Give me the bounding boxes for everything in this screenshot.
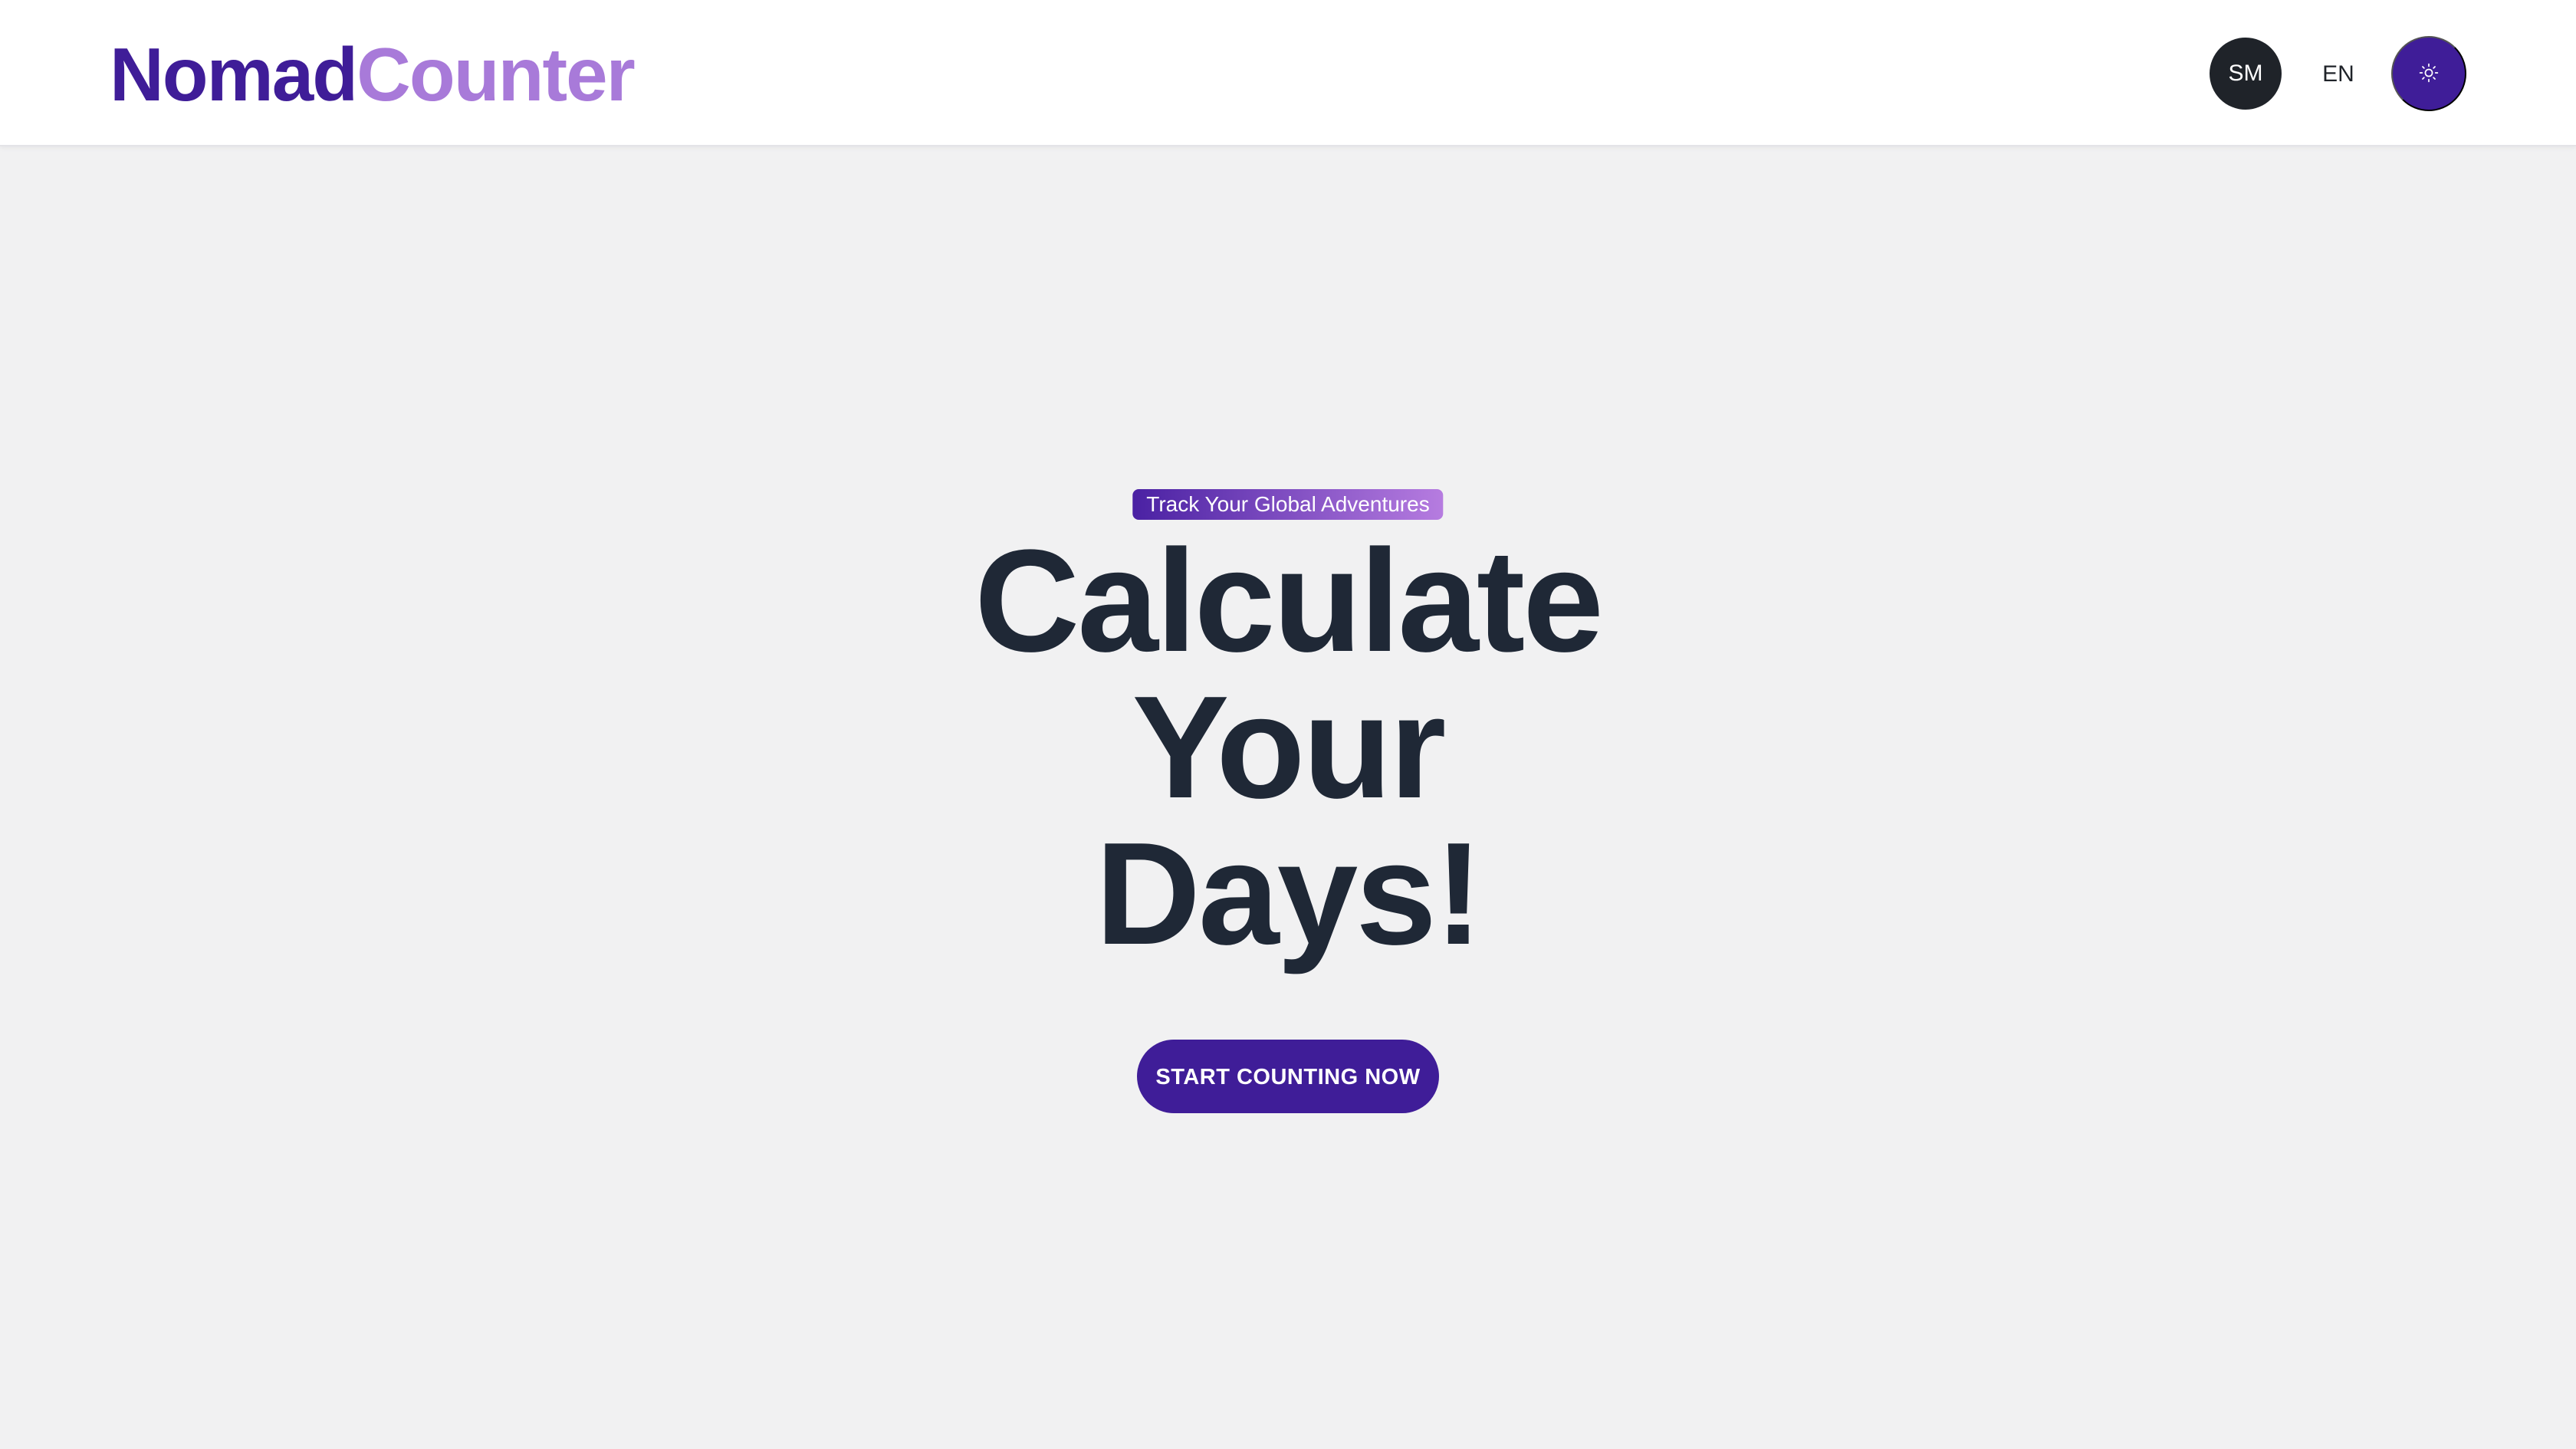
hero-title-line-2: Your bbox=[1132, 666, 1447, 829]
hero-title-line-3: Days! bbox=[1095, 813, 1484, 975]
language-selector[interactable]: EN bbox=[2308, 38, 2369, 110]
logo-part-nomad: Nomad bbox=[110, 32, 358, 117]
logo-part-counter: Counter bbox=[356, 32, 636, 117]
start-counting-button[interactable]: START COUNTING NOW bbox=[1137, 1040, 1439, 1113]
hero-title: Calculate Your Days! bbox=[905, 528, 1671, 968]
hero-title-line-1: Calculate bbox=[974, 520, 1604, 682]
tagline-badge: Track Your Global Adventures bbox=[1132, 489, 1444, 520]
logo[interactable]: NomadCounter bbox=[110, 32, 636, 117]
user-avatar[interactable]: SM bbox=[2210, 38, 2282, 110]
site-header: NomadCounter SM EN bbox=[0, 0, 2576, 146]
theme-toggle-button[interactable] bbox=[2391, 36, 2466, 111]
hero-section: Track Your Global Adventures Calculate Y… bbox=[0, 146, 2576, 1449]
sun-icon bbox=[2419, 63, 2439, 85]
